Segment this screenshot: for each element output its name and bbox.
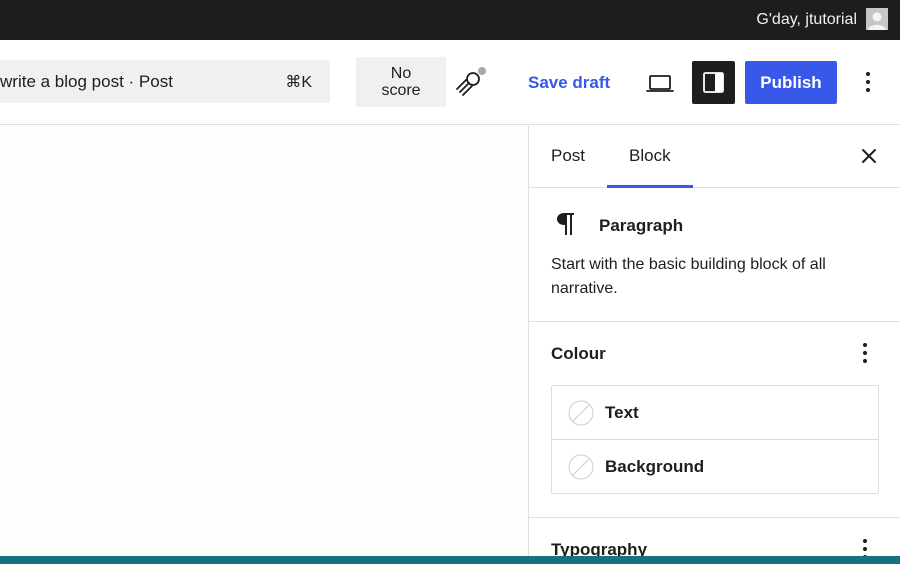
account-greeting[interactable]: G'day, jtutorial <box>756 10 857 30</box>
block-name: Paragraph <box>599 216 684 235</box>
desktop-preview-icon[interactable] <box>644 67 676 99</box>
score-line-2: score <box>381 82 421 99</box>
bottom-bar <box>0 556 900 564</box>
colour-item-label: Text <box>605 403 639 422</box>
block-description: Start with the basic building block of a… <box>551 256 826 297</box>
colour-list: Text Background <box>551 385 879 494</box>
typography-panel-title[interactable]: Typography <box>551 540 647 556</box>
score-line-1: No <box>390 65 412 82</box>
seo-score-button[interactable]: No score <box>356 57 446 107</box>
empty-swatch-icon <box>568 454 594 480</box>
close-icon[interactable] <box>859 146 879 166</box>
block-card: Paragraph Start with the basic building … <box>529 188 900 322</box>
colour-item-text[interactable]: Text <box>552 386 878 440</box>
editor-canvas[interactable] <box>0 126 528 556</box>
sidebar-tabs: Post Block <box>529 126 900 188</box>
colour-item-background[interactable]: Background <box>552 440 878 494</box>
typography-panel: Typography <box>529 518 900 556</box>
command-shortcut: ⌘K <box>285 74 312 91</box>
sidebar-toggle-icon[interactable] <box>692 61 735 104</box>
publish-button[interactable]: Publish <box>745 61 837 104</box>
tab-block[interactable]: Block <box>629 146 671 166</box>
colour-panel-title[interactable]: Colour <box>551 344 606 364</box>
colour-item-label: Background <box>605 457 705 476</box>
empty-swatch-icon <box>568 400 594 426</box>
rocket-icon[interactable] <box>450 63 490 103</box>
typography-options-icon[interactable] <box>853 536 877 556</box>
command-palette-bar[interactable]: write a blog post · Post ⌘K <box>0 60 330 103</box>
avatar[interactable] <box>866 8 888 30</box>
colour-options-icon[interactable] <box>853 340 877 366</box>
admin-bar: G'day, jtutorial <box>0 0 900 40</box>
paragraph-icon <box>554 210 578 238</box>
colour-panel: Colour Text Background <box>529 322 900 518</box>
save-draft-button[interactable]: Save draft <box>528 73 610 93</box>
more-vertical-icon[interactable] <box>856 68 880 96</box>
editor-header: write a blog post · Post ⌘K No score Sav… <box>0 40 900 125</box>
tab-post[interactable]: Post <box>551 146 585 166</box>
settings-sidebar: Post Block Paragraph Start with the basi… <box>528 126 900 556</box>
document-title: write a blog post · Post <box>0 72 173 91</box>
